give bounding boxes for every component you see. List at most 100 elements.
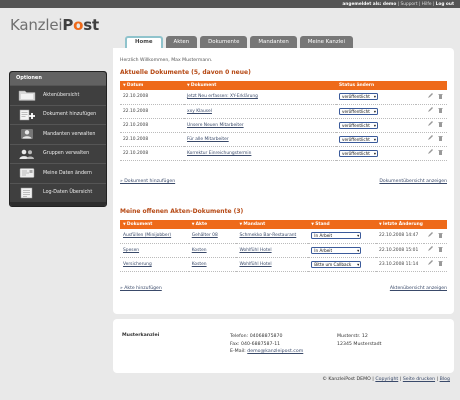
stand-select[interactable]: In Arbeit xyxy=(311,246,362,254)
support-link[interactable]: Support xyxy=(401,2,418,7)
mandant-link[interactable]: Wohlfühl Hotel xyxy=(239,262,271,267)
copyright-link[interactable]: Copyright xyxy=(375,377,398,382)
status-select[interactable]: veröffentlicht xyxy=(339,107,378,115)
edit-icon[interactable] xyxy=(427,135,434,143)
trash-icon[interactable] xyxy=(438,107,443,115)
trash-icon[interactable] xyxy=(438,135,443,143)
akte-link[interactable]: Gehälter 08 xyxy=(192,233,218,238)
tab-home[interactable]: Home xyxy=(125,36,163,48)
edit-icon[interactable] xyxy=(427,246,434,254)
sidebar-item-meine-daten[interactable]: Meine Daten ändern xyxy=(10,163,106,183)
row-date: 22.10.2008 xyxy=(120,118,184,133)
trash-icon[interactable] xyxy=(438,232,443,240)
main-tabs: Home Akten Dokumente Mandanten Meine Kan… xyxy=(125,36,353,48)
edit-icon[interactable] xyxy=(427,260,434,268)
column-header-status: Status ändern xyxy=(336,81,416,90)
tab-meine-kanzlei[interactable]: Meine Kanzlei xyxy=(299,36,353,48)
tab-akten[interactable]: Akten xyxy=(165,36,198,48)
trash-icon[interactable] xyxy=(438,93,443,101)
sidebar-item-label: Gruppen verwalten xyxy=(43,151,90,157)
document-overview-link[interactable]: Dokumentübersicht anzeigen xyxy=(379,179,447,184)
group-icon xyxy=(17,147,37,160)
table-row: 22.10.2008 Für alle Mitarbeiter veröffen… xyxy=(120,132,447,147)
edit-icon[interactable] xyxy=(427,121,434,129)
current-documents-table: Datum Dokument Status ändern 22.10.2008 … xyxy=(120,81,447,161)
table-row: 22.10.2008 Jetzt Neu erfassen: XY-Erklär… xyxy=(120,90,447,105)
trash-icon[interactable] xyxy=(438,246,443,254)
edit-icon[interactable] xyxy=(427,92,434,101)
city: 12345 Musterstadt xyxy=(337,341,382,347)
top-bar: angemeldet als: demo | Support | Hilfe |… xyxy=(0,0,460,8)
row-date: 22.10.2008 xyxy=(120,90,184,105)
status-select[interactable]: veröffentlicht xyxy=(339,121,378,129)
email-line: E-Mail: demo@kanzleipost.com xyxy=(230,349,304,354)
edit-icon[interactable] xyxy=(427,149,434,157)
add-file-link[interactable]: » Akte hinzufügen xyxy=(120,286,162,291)
logo[interactable]: KanzleiPost xyxy=(10,16,99,34)
akte-link[interactable]: Kosten xyxy=(192,248,207,253)
document-link[interactable]: Ausfüllen (Minijobber) xyxy=(123,233,171,238)
column-header-dokument[interactable]: Dokument xyxy=(184,81,336,90)
phone: Telefon: 04068875870 xyxy=(230,334,283,339)
mandant-link[interactable]: Wohlfühl Hotel xyxy=(239,248,271,253)
sidebar-item-gruppen[interactable]: Gruppen verwalten xyxy=(10,143,106,164)
email-link[interactable]: demo@kanzleipost.com xyxy=(247,349,303,354)
document-link[interactable]: Spesen xyxy=(123,248,139,253)
status-select[interactable]: veröffentlicht xyxy=(339,135,378,143)
tab-mandanten[interactable]: Mandanten xyxy=(250,36,297,48)
contact-box: Musterkanzlei Telefon: 04068875870 Fax: … xyxy=(113,319,454,373)
firm-name: Musterkanzlei xyxy=(122,333,160,338)
mandant-link[interactable]: Schmekko Bar-Restaurant xyxy=(239,233,296,238)
sidebar: Optionen Aktenübersicht Dokument hinzufü… xyxy=(9,71,107,207)
logged-in-user: angemeldet als: demo xyxy=(342,1,397,7)
status-select[interactable]: veröffentlicht xyxy=(339,93,378,101)
welcome-text: Herzlich Willkommen, Max Mustermann. xyxy=(120,58,213,63)
fax: Fax: 040-6887587-11 xyxy=(230,341,281,347)
column-header-stand[interactable]: Stand xyxy=(308,220,377,229)
sidebar-item-mandanten[interactable]: Mandanten verwalten xyxy=(10,124,106,144)
table-row: 22.10.2008 Korrektur Einreichungstermin … xyxy=(120,146,447,161)
column-header-mandant[interactable]: Mandant xyxy=(236,220,309,229)
edit-data-icon xyxy=(17,167,37,180)
sidebar-item-dokument-hinzufuegen[interactable]: Dokument hinzufügen xyxy=(10,104,106,125)
document-link[interactable]: Unsere Neuen Mitarbeiter xyxy=(187,123,244,128)
document-link[interactable]: Jetzt Neu erfassen: XY-Erklärung xyxy=(187,94,258,99)
trash-icon[interactable] xyxy=(438,121,443,129)
copyright-line: © KanzleiPost DEMO | Copyright | Seite d… xyxy=(322,377,450,382)
trash-icon[interactable] xyxy=(438,149,443,157)
edit-icon[interactable] xyxy=(427,231,434,240)
sidebar-item-label: Aktenübersicht xyxy=(43,92,80,98)
print-page-link[interactable]: Seite drucken xyxy=(403,377,435,382)
status-select[interactable]: veröffentlicht xyxy=(339,149,378,157)
user-icon xyxy=(17,128,37,141)
contact-details: Telefon: 04068875870 Fax: 040-6887587-11… xyxy=(230,333,303,356)
akte-link[interactable]: Kosten xyxy=(192,262,207,267)
table-row: 22.10.2008 Unsere Neuen Mitarbeiter verö… xyxy=(120,118,447,133)
sidebar-item-label: Meine Daten ändern xyxy=(43,170,92,176)
column-header-dokument[interactable]: Dokument xyxy=(120,220,189,229)
add-document-link[interactable]: » Dokument hinzufügen xyxy=(120,179,175,184)
column-header-akte[interactable]: Akte xyxy=(188,220,237,229)
logout-link[interactable]: Log out xyxy=(436,2,454,7)
column-header-datum[interactable]: Datum xyxy=(120,81,184,90)
document-link[interactable]: Für alle Mitarbeiter xyxy=(187,137,229,142)
document-link[interactable]: Korrektur Einreichungstermin xyxy=(187,151,251,156)
edit-icon[interactable] xyxy=(427,107,434,115)
table-row: 22.10.2008 xxy Klausel veröffentlicht xyxy=(120,104,447,119)
document-link[interactable]: xxy Klausel xyxy=(187,109,212,114)
changed-date: 22.10.2008 15:01 xyxy=(376,243,424,258)
stand-select[interactable]: Bitte um Callback xyxy=(311,260,362,268)
open-files-title: Meine offenen Akten-Dokumente (3) xyxy=(120,208,244,215)
document-link[interactable]: Versicherung xyxy=(123,262,152,267)
sidebar-item-log-daten[interactable]: Log-Daten Übersicht xyxy=(10,182,106,203)
sidebar-item-aktenuebersicht[interactable]: Aktenübersicht xyxy=(10,85,106,105)
tab-dokumente[interactable]: Dokumente xyxy=(200,36,248,48)
open-files-table: Dokument Akte Mandant Stand letzte Änder… xyxy=(120,220,447,272)
sidebar-item-label: Log-Daten Übersicht xyxy=(43,190,93,196)
stand-select[interactable]: In Arbeit xyxy=(311,232,362,240)
column-header-letzte-aenderung[interactable]: letzte Änderung xyxy=(376,220,447,229)
file-overview-link[interactable]: Aktenübersicht anzeigen xyxy=(390,286,447,291)
trash-icon[interactable] xyxy=(438,260,443,268)
log-icon xyxy=(17,186,37,199)
blog-link[interactable]: Blog xyxy=(440,377,450,382)
